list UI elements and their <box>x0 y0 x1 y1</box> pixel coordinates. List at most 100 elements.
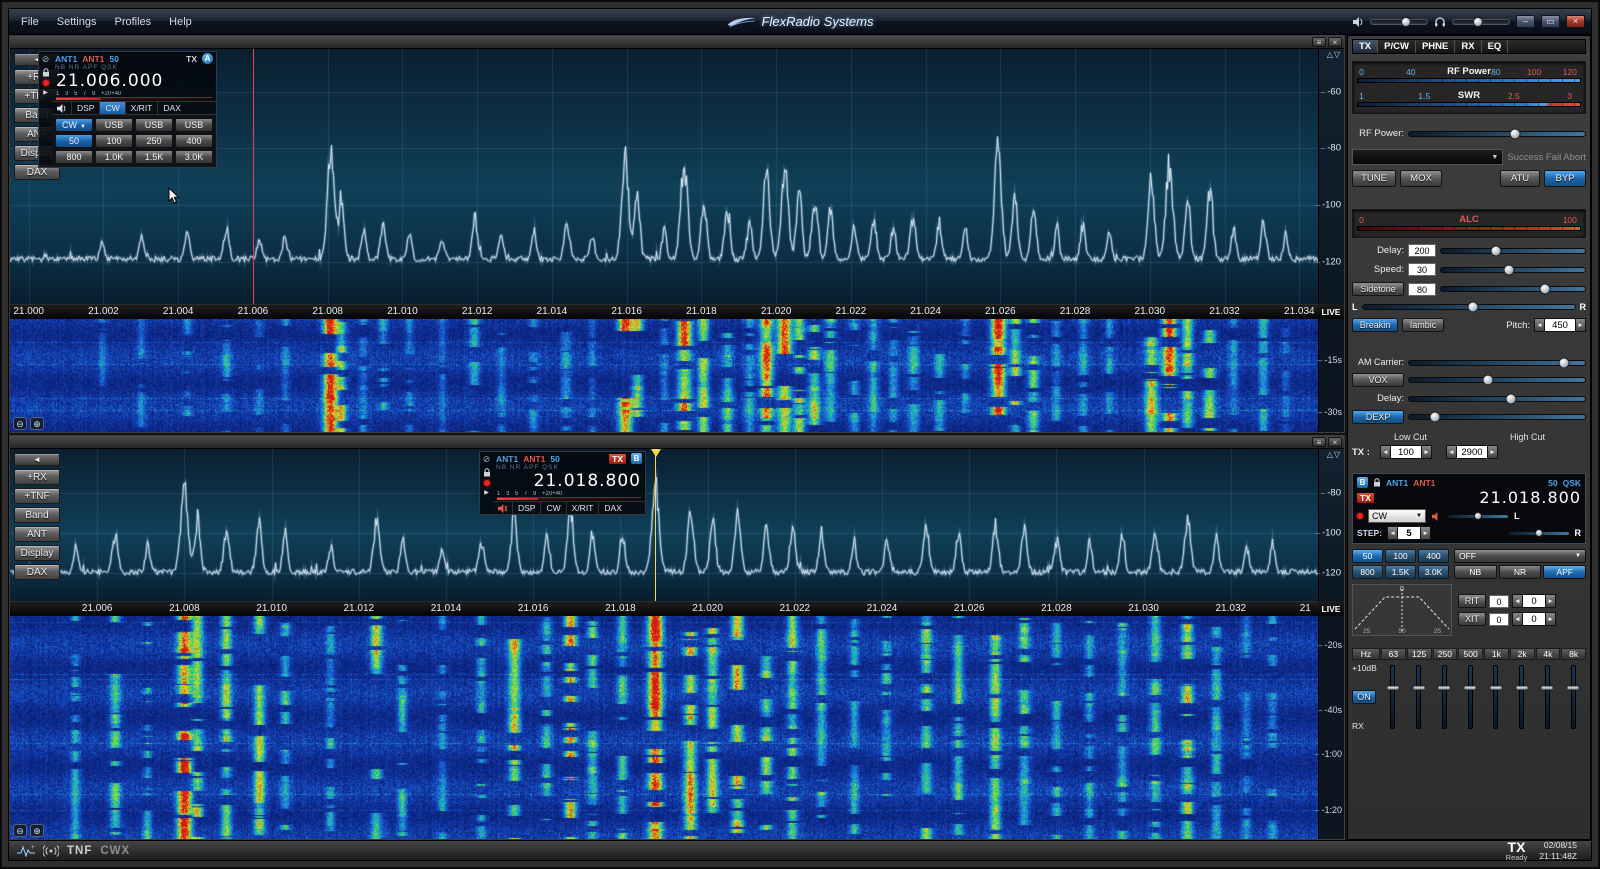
rit-button[interactable]: RIT <box>1458 594 1486 609</box>
cw-monitor-pan-slider[interactable] <box>1361 301 1576 313</box>
lock-icon[interactable] <box>483 468 491 477</box>
waterfall-a[interactable]: ⊖ ⊕ <box>10 319 1318 432</box>
tx-antenna-label[interactable]: ANT1 <box>523 454 545 464</box>
slice-b-right-gain-slider[interactable] <box>1507 529 1570 538</box>
low-cut-stepper[interactable]: ◄ 100 ► <box>1379 445 1432 460</box>
flag-tab-dsp[interactable]: DSP <box>71 102 99 114</box>
scroll-up-down-icon[interactable]: △▽ <box>1327 450 1341 459</box>
tx-antenna-label[interactable]: ANT1 <box>1413 478 1435 488</box>
waterfall-a-canvas[interactable] <box>10 319 1318 432</box>
pan-a-close-icon[interactable]: × <box>1328 37 1342 47</box>
mode-select[interactable]: CW ▼ <box>1368 509 1426 524</box>
dsp-nr-button[interactable]: NR <box>1498 565 1542 580</box>
eq-slider-8k[interactable] <box>1560 662 1586 732</box>
byp-button[interactable]: BYP <box>1544 170 1586 187</box>
eq-on-button[interactable]: ON <box>1352 690 1376 705</box>
frequency-scale-a[interactable]: 21.000 21.002 21.004 21.006 21.008 21.010 21.0… <box>10 304 1318 319</box>
xit-offset[interactable]: 0 <box>1523 612 1545 627</box>
tune-button[interactable]: TUNE <box>1352 170 1396 187</box>
rx-antenna-label[interactable]: ANT1 <box>496 454 518 464</box>
slice-b-marker[interactable] <box>651 449 662 601</box>
vox-slider[interactable] <box>1408 374 1586 386</box>
tab-eq[interactable]: EQ <box>1482 40 1509 53</box>
rx-antenna-label[interactable]: ANT1 <box>1386 478 1408 488</box>
filter-shape-display[interactable]: 0 25 50 25 <box>1352 584 1452 637</box>
rit-stepper[interactable]: ◄ 0 ► <box>1512 594 1556 609</box>
filter-button-3.0k[interactable]: 3.0K <box>175 150 213 164</box>
tx-indicator[interactable]: TX <box>186 54 197 64</box>
filter-button-250[interactable]: 250 <box>135 134 173 148</box>
decrement-icon[interactable]: ◄ <box>1387 526 1399 541</box>
mode-button-cw[interactable]: CW ▼ <box>55 118 93 132</box>
pitch-stepper[interactable]: ◄ 450 ► <box>1534 318 1586 332</box>
filter-button-50[interactable]: 50 <box>55 134 93 148</box>
profile-select[interactable]: ▼ <box>1352 149 1504 165</box>
step-stepper[interactable]: ◄ 5 ► <box>1387 526 1432 541</box>
antenna-broadcast-icon[interactable] <box>43 844 59 857</box>
audio-unmute-icon[interactable] <box>52 102 71 114</box>
eq-slider-1k[interactable] <box>1483 662 1509 732</box>
increment-icon[interactable]: ► <box>1420 526 1432 541</box>
rx-antenna-label[interactable]: ANT1 <box>55 54 77 64</box>
flag-tab-xrit[interactable]: X/RIT <box>124 102 158 114</box>
breakin-button[interactable]: Breakin <box>1352 318 1398 332</box>
filter-button-400[interactable]: 400 <box>175 134 213 148</box>
spectrum-b[interactable]: ◄ +RX +TNF Band ANT Display DAX ⊘ ▶ ANT1… <box>10 449 1318 601</box>
increment-icon[interactable]: ► <box>1575 318 1586 332</box>
dsp-apf-button[interactable]: APF <box>1543 565 1587 580</box>
sidetone-slider[interactable] <box>1440 283 1586 295</box>
tab-phne[interactable]: PHNE <box>1416 40 1456 53</box>
rit-offset[interactable]: 0 <box>1523 594 1545 609</box>
increment-icon[interactable]: ► <box>1545 612 1556 627</box>
minimize-button[interactable]: – <box>1516 15 1535 28</box>
filter-button-1.0k[interactable]: 1.0K <box>95 150 133 164</box>
rit-value[interactable]: 0 <box>1489 594 1509 608</box>
flag-tab-cw[interactable]: CW <box>99 102 125 114</box>
decrement-icon[interactable]: ◄ <box>1512 612 1523 627</box>
record-icon[interactable] <box>483 480 490 486</box>
sidebar-item-ant[interactable]: ANT <box>14 526 60 542</box>
scroll-up-down-icon[interactable]: △▽ <box>1327 50 1341 59</box>
tx-active-badge[interactable]: TX <box>609 453 626 464</box>
sidebar-item-display[interactable]: Display <box>14 545 60 561</box>
eq-slider-500[interactable] <box>1457 662 1483 732</box>
menu-profiles[interactable]: Profiles <box>114 16 151 28</box>
headphone-volume-slider[interactable] <box>1452 16 1510 27</box>
flag-tab-dax[interactable]: DAX <box>157 102 185 114</box>
cwx-button[interactable]: CWX <box>100 845 130 857</box>
dexp-slider[interactable] <box>1408 411 1586 423</box>
xit-button[interactable]: XIT <box>1458 612 1486 627</box>
sidetone-button[interactable]: Sidetone <box>1352 282 1404 296</box>
cw-delay-value[interactable]: 200 <box>1408 244 1436 257</box>
slice-b-left-gain-slider[interactable] <box>1447 512 1509 521</box>
audio-mute-icon[interactable] <box>493 502 512 514</box>
slice-flag-b[interactable]: ⊘ ▶ ANT1 ANT1 50 TX B NB NR APF QSK 21.0… <box>479 451 646 515</box>
play-icon[interactable]: ▶ <box>43 89 48 96</box>
slice-flag-a[interactable]: ⊘ ▶ ANT1 ANT1 50 TX A NB NR APF QSK 21.0… <box>38 51 217 168</box>
menu-file[interactable]: File <box>21 16 39 28</box>
slash-circle-icon[interactable]: ⊘ <box>483 454 491 465</box>
filter-button-800[interactable]: 800 <box>55 150 93 164</box>
lock-icon[interactable] <box>42 68 50 77</box>
tab-rx[interactable]: RX <box>1455 40 1482 53</box>
waveform-icon[interactable]: + <box>17 844 35 857</box>
vox-button[interactable]: VOX <box>1352 373 1404 388</box>
eq-slider-125[interactable] <box>1406 662 1432 732</box>
filter-100[interactable]: 100 <box>1385 549 1416 564</box>
slice-b-frequency[interactable]: 21.018.800 <box>1379 488 1581 507</box>
sidetone-value[interactable]: 80 <box>1408 282 1436 296</box>
collapse-button[interactable]: ◄ <box>14 453 60 466</box>
slice-b-frequency[interactable]: 21.018.800 <box>493 471 645 491</box>
flag-tab-dax[interactable]: DAX <box>598 502 626 514</box>
maximize-button[interactable]: ▭ <box>1541 15 1560 28</box>
zoom-in-icon[interactable]: ⊕ <box>30 417 44 430</box>
record-icon[interactable] <box>1357 513 1363 520</box>
mox-button[interactable]: MOX <box>1400 170 1442 187</box>
flag-tab-xrit[interactable]: X/RIT <box>565 502 599 514</box>
pitch-value[interactable]: 450 <box>1545 318 1575 332</box>
flag-tab-cw[interactable]: CW <box>540 502 565 514</box>
filter-button-100[interactable]: 100 <box>95 134 133 148</box>
filter-3.0k[interactable]: 3.0K <box>1418 565 1449 580</box>
spectrum-b-canvas[interactable] <box>10 449 1318 601</box>
close-button[interactable]: × <box>1566 15 1585 28</box>
